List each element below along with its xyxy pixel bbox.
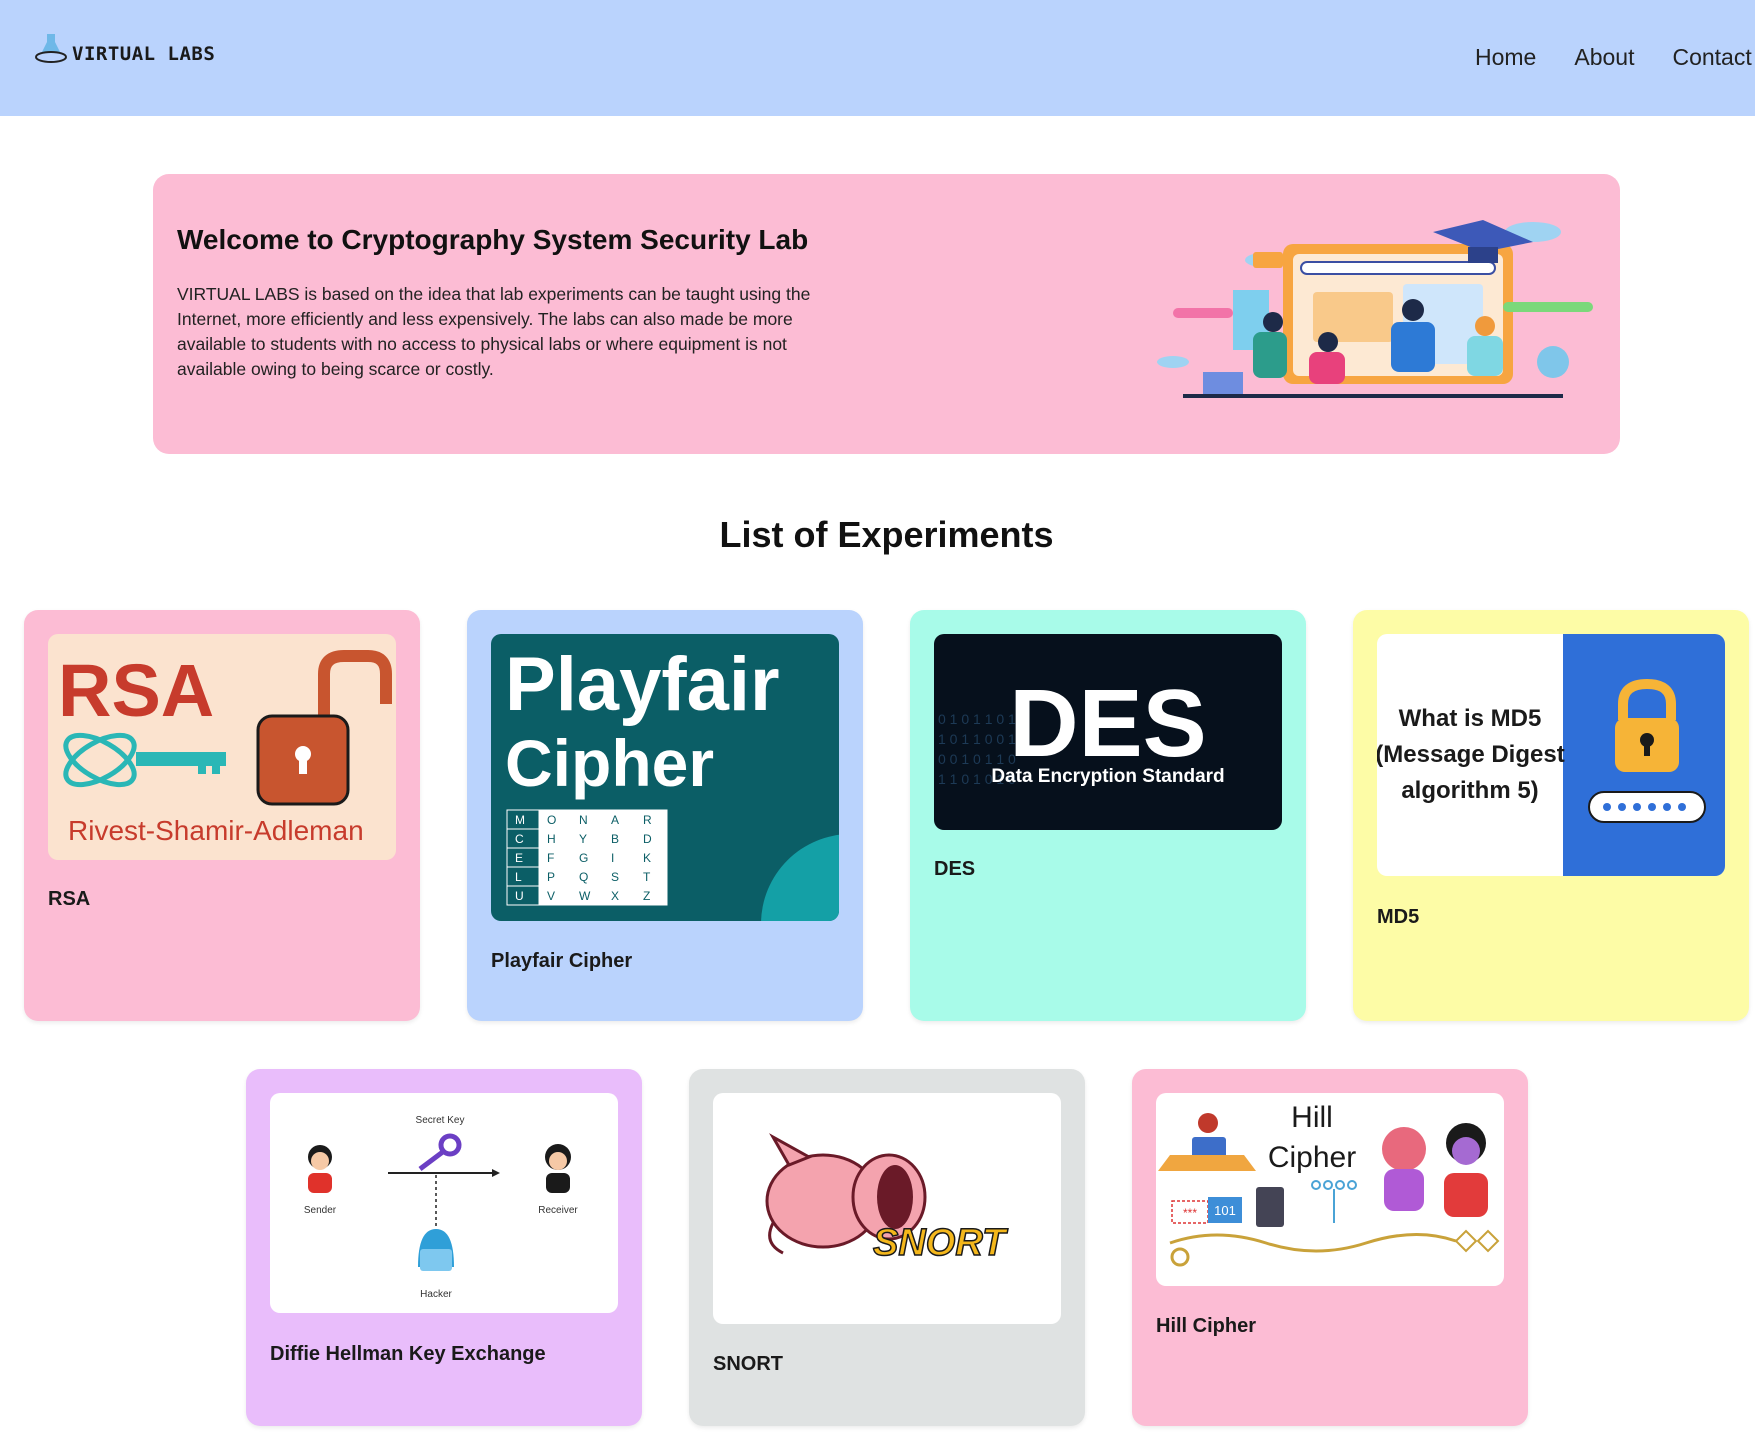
playfair-grid-cell xyxy=(634,885,668,906)
hill-cipher-thumbnail: Hill Cipher *** 101 xyxy=(1156,1093,1504,1286)
svg-text:0 0 1 0 1 1 0: 0 0 1 0 1 1 0 xyxy=(938,751,1016,767)
md5-line1-text: What is MD5 xyxy=(1399,705,1542,732)
experiment-label-rsa[interactable]: RSA xyxy=(48,888,90,911)
nav-links: Home About Contact xyxy=(1475,44,1752,71)
playfair-grid-letter: C xyxy=(515,832,524,846)
hill-stars-text: *** xyxy=(1183,1206,1197,1220)
experiment-label-md5[interactable]: MD5 xyxy=(1377,906,1419,929)
experiment-card-rsa[interactable]: RSA Rivest-Shamir-Adleman RSA xyxy=(24,610,420,1021)
des-binary-image: 0 1 0 1 1 0 1 1 0 1 1 0 0 1 0 0 1 0 1 1 … xyxy=(938,670,1225,787)
hill-title-text: Hill xyxy=(1291,1101,1333,1134)
playfair-grid-letter: K xyxy=(643,851,651,865)
experiment-card-md5[interactable]: What is MD5 (Message Digest algorithm 5)… xyxy=(1353,610,1749,1021)
playfair-grid-letter: Y xyxy=(579,832,587,846)
playfair-grid-letter: Q xyxy=(579,870,588,884)
playfair-grid-letter: R xyxy=(643,813,652,827)
welcome-title: Welcome to Cryptography System Security … xyxy=(177,224,809,255)
rsa-key-lock-image: RSA Rivest-Shamir-Adleman xyxy=(58,649,392,846)
navbar: VIRTUAL LABS Home About Contact xyxy=(0,0,1755,116)
md5-thumbnail: What is MD5 (Message Digest algorithm 5) xyxy=(1377,634,1725,876)
playfair-grid-letter: A xyxy=(611,813,619,827)
playfair-grid-letter: O xyxy=(547,813,556,827)
playfair-grid-letter: Z xyxy=(643,889,650,903)
experiment-card-hill-cipher[interactable]: Hill Cipher *** 101 Hill Cipher xyxy=(1132,1069,1528,1426)
experiment-card-diffie-hellman[interactable]: Secret Key Sender Receiver Hacker Diffie… xyxy=(246,1069,642,1426)
rsa-thumbnail: RSA Rivest-Shamir-Adleman xyxy=(48,634,396,860)
nav-contact-link[interactable]: Contact xyxy=(1672,44,1751,71)
nav-home-link[interactable]: Home xyxy=(1475,44,1536,71)
experiment-card-playfair[interactable]: Playfair Cipher M O N A R C H Y B D E F G I K L P Q S T U V W X… xyxy=(467,610,863,1021)
md5-line3-text: algorithm 5) xyxy=(1401,777,1538,804)
playfair-key-grid: M O N A R C H Y B D E F G I K L P Q S T U V W X Z xyxy=(506,809,668,906)
hill-code-text: 101 xyxy=(1214,1203,1236,1218)
experiment-label-des[interactable]: DES xyxy=(934,858,975,881)
experiment-card-snort[interactable]: SNORT SNORT xyxy=(689,1069,1085,1426)
rsa-caption-text: Rivest-Shamir-Adleman xyxy=(68,815,364,846)
experiment-label-snort[interactable]: SNORT xyxy=(713,1353,783,1376)
welcome-banner: Welcome to Cryptography System Security … xyxy=(153,174,1620,454)
rsa-logo-text: RSA xyxy=(58,649,214,732)
des-caption-text: Data Encryption Standard xyxy=(991,766,1224,787)
playfair-grid-letter: I xyxy=(611,851,614,865)
playfair-grid-letter: B xyxy=(611,832,619,846)
key-exchange-diagram: Secret Key Sender Receiver Hacker xyxy=(304,1115,579,1300)
experiments-heading: List of Experiments xyxy=(719,514,1054,555)
hacker-label: Hacker xyxy=(420,1289,452,1300)
playfair-grid-cell xyxy=(506,866,540,887)
playfair-grid-letter: X xyxy=(611,889,619,903)
playfair-grid-letter: N xyxy=(579,813,588,827)
sender-label: Sender xyxy=(304,1205,337,1216)
des-logo-text: DES xyxy=(1009,670,1206,777)
receiver-label: Receiver xyxy=(538,1205,578,1216)
md5-lock-image: What is MD5 (Message Digest algorithm 5) xyxy=(1377,634,1725,876)
playfair-grid-cell xyxy=(634,866,668,887)
playfair-grid-letter: M xyxy=(515,813,525,827)
playfair-grid-letter: P xyxy=(547,870,555,884)
brand-name: VIRTUAL LABS xyxy=(72,43,216,65)
playfair-thumbnail: Playfair Cipher M O N A R C H Y B D E F G I K L P Q S T U V W X… xyxy=(491,634,839,921)
playfair-grid-letter: T xyxy=(643,870,651,884)
brand[interactable]: VIRTUAL LABS xyxy=(34,30,215,66)
hill-subtitle-text: Cipher xyxy=(1268,1141,1356,1174)
playfair-grid-cell xyxy=(602,847,636,868)
playfair-grid-letter: V xyxy=(547,889,555,903)
playfair-title-text: Playfair xyxy=(505,642,780,727)
hill-cipher-image: Hill Cipher *** 101 xyxy=(1158,1101,1500,1267)
experiment-label-diffie-hellman[interactable]: Diffie Hellman Key Exchange xyxy=(270,1343,546,1366)
svg-text:0 1 0 1 1 0 1: 0 1 0 1 1 0 1 xyxy=(938,711,1016,727)
snort-thumbnail: SNORT xyxy=(713,1093,1061,1324)
snort-pig-logo: SNORT xyxy=(765,1133,1009,1265)
playfair-grid-letter: D xyxy=(643,832,652,846)
experiment-label-hill-cipher[interactable]: Hill Cipher xyxy=(1156,1315,1256,1338)
playfair-subtitle-text: Cipher xyxy=(505,726,714,800)
playfair-grid-letter: U xyxy=(515,889,524,903)
md5-line2-text: (Message Digest xyxy=(1377,741,1565,768)
snort-logo-text: SNORT xyxy=(873,1222,1008,1264)
playfair-grid-letter: H xyxy=(547,832,556,846)
playfair-grid-letter: G xyxy=(579,851,588,865)
experiment-card-des[interactable]: 0 1 0 1 1 0 1 1 0 1 1 0 0 1 0 0 1 0 1 1 … xyxy=(910,610,1306,1021)
experiment-label-playfair[interactable]: Playfair Cipher xyxy=(491,950,632,973)
welcome-description: VIRTUAL LABS is based on the idea that l… xyxy=(177,284,811,379)
nav-about-link[interactable]: About xyxy=(1574,44,1634,71)
playfair-grid-letter: L xyxy=(515,870,522,884)
secret-key-label: Secret Key xyxy=(416,1115,465,1126)
playfair-grid-letter: S xyxy=(611,870,619,884)
playfair-grid-cell xyxy=(538,847,572,868)
playfair-cipher-image: Playfair Cipher M O N A R C H Y B D E F G I K L P Q S T U V W X… xyxy=(505,642,839,921)
flask-logo-icon xyxy=(35,34,67,63)
playfair-grid-letter: F xyxy=(547,851,554,865)
svg-text:1 0 1 1 0 0 1: 1 0 1 1 0 0 1 xyxy=(938,731,1016,747)
playfair-grid-letter: E xyxy=(515,851,523,865)
diffie-hellman-thumbnail: Secret Key Sender Receiver Hacker xyxy=(270,1093,618,1313)
students-learning-illustration xyxy=(1157,220,1593,398)
playfair-grid-letter: W xyxy=(579,889,591,903)
des-thumbnail: 0 1 0 1 1 0 1 1 0 1 1 0 0 1 0 0 1 0 1 1 … xyxy=(934,634,1282,830)
